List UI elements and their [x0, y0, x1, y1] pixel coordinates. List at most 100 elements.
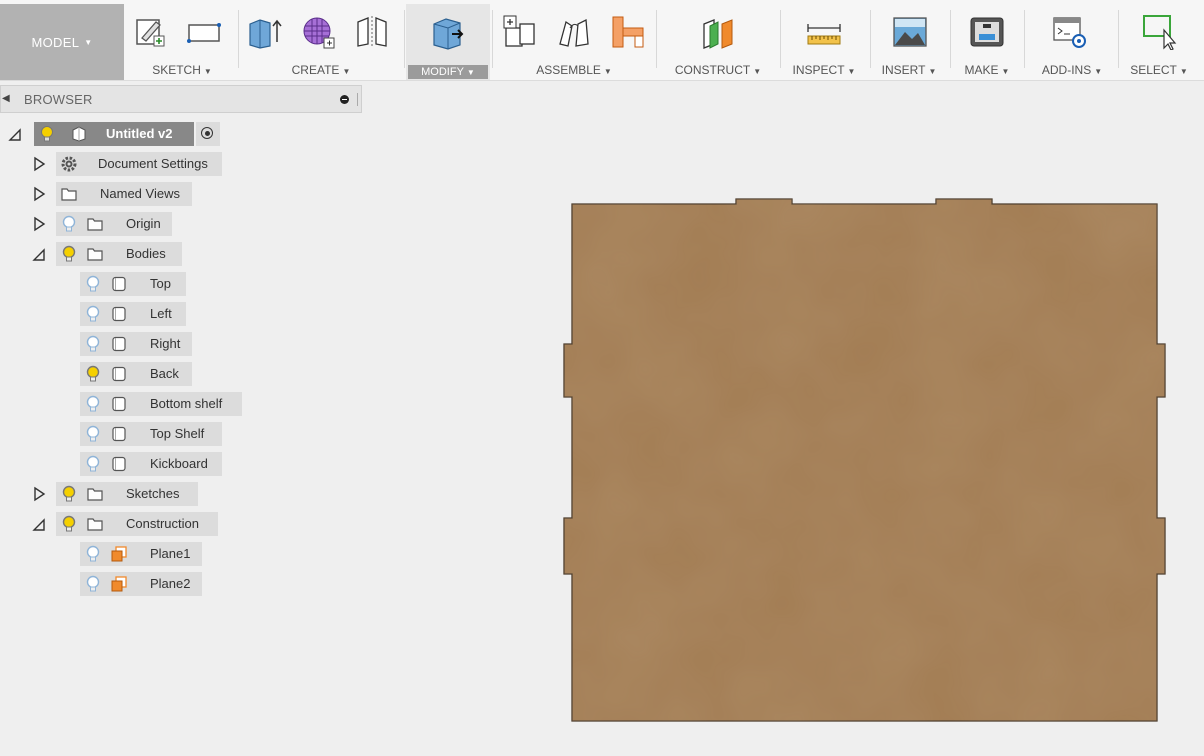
tree-item-label: Named Views — [100, 186, 180, 201]
tree-item-right[interactable]: Right — [80, 332, 280, 356]
insert-image-icon[interactable] — [892, 14, 928, 50]
folder-icon — [87, 488, 103, 501]
browser-options-icon[interactable] — [340, 95, 349, 104]
toolbar-group-label: SKETCH ▼ — [152, 63, 212, 77]
visibility-bulb-off-icon[interactable] — [84, 395, 102, 413]
tree-item-bottom-shelf[interactable]: Bottom shelf — [80, 392, 280, 416]
expand-triangle-icon[interactable] — [32, 186, 46, 202]
visibility-bulb-on-icon[interactable] — [84, 365, 102, 383]
toolbar-group-make[interactable]: MAKE ▼ — [952, 4, 1022, 80]
create-sketch-icon[interactable] — [134, 14, 170, 50]
toolbar-group-label: INSPECT ▼ — [792, 63, 856, 77]
toolbar-group-select[interactable]: SELECT ▼ — [1120, 4, 1198, 80]
tree-item-label: Left — [150, 306, 172, 321]
visibility-bulb-off-icon[interactable] — [84, 335, 102, 353]
rectangle-icon[interactable] — [186, 14, 222, 50]
visibility-bulb-off-icon[interactable] — [84, 545, 102, 563]
toolbar-group-modify[interactable]: MODIFY ▼ — [406, 4, 490, 80]
press-pull-icon[interactable] — [430, 14, 466, 50]
folder-icon — [87, 248, 103, 261]
toolbar-divider — [950, 10, 951, 68]
toolbar-group-label: CREATE ▼ — [291, 63, 351, 77]
tree-root-row[interactable]: Untitled v2 — [8, 122, 228, 146]
toolbar-group-add-ins[interactable]: ADD-INS ▼ — [1028, 4, 1116, 80]
expand-triangle-icon[interactable] — [32, 156, 46, 172]
body-icon — [112, 276, 126, 292]
chevron-down-icon: ▼ — [84, 37, 93, 47]
toolbar-group-sketch[interactable]: SKETCH ▼ — [128, 4, 236, 80]
toolbar-group-construct[interactable]: CONSTRUCT ▼ — [666, 4, 770, 80]
browser-title: BROWSER — [24, 92, 93, 107]
toolbar-divider — [656, 10, 657, 68]
workspace-switcher-button[interactable]: MODEL ▼ — [0, 4, 124, 80]
tree-item-origin[interactable]: Origin — [30, 212, 230, 236]
tree-item-sketches[interactable]: Sketches — [30, 482, 230, 506]
toolbar-group-assemble[interactable]: ASSEMBLE ▼ — [494, 4, 654, 80]
collapse-panel-icon[interactable]: ◀ — [2, 93, 10, 104]
toolbar-group-inspect[interactable]: INSPECT ▼ — [782, 4, 866, 80]
mirror-icon[interactable] — [354, 14, 390, 50]
3d-print-icon[interactable] — [969, 14, 1005, 50]
form-icon[interactable] — [300, 14, 336, 50]
body-icon — [112, 396, 126, 412]
visibility-bulb-off-icon[interactable] — [84, 425, 102, 443]
tree-item-kickboard[interactable]: Kickboard — [80, 452, 280, 476]
root-label: Untitled v2 — [106, 126, 173, 141]
tree-item-top[interactable]: Top — [80, 272, 280, 296]
tree-item-label: Top — [150, 276, 171, 291]
tree-item-bodies[interactable]: Bodies — [30, 242, 230, 266]
activate-component-radio[interactable] — [196, 122, 220, 146]
toolbar-divider — [1024, 10, 1025, 68]
collapse-triangle-icon[interactable] — [32, 246, 46, 262]
gear-icon — [61, 156, 77, 172]
visibility-bulb-on-icon[interactable] — [38, 125, 56, 143]
tree-item-left[interactable]: Left — [80, 302, 280, 326]
tree-item-named-views[interactable]: Named Views — [30, 182, 230, 206]
visibility-bulb-on-icon[interactable] — [60, 245, 78, 263]
joint-icon[interactable] — [556, 14, 592, 50]
toolbar-group-insert[interactable]: INSERT ▼ — [872, 4, 946, 80]
tree-item-label: Bottom shelf — [150, 396, 223, 411]
browser-panel-header: ◀ BROWSER — [0, 85, 362, 113]
as-built-joint-icon[interactable] — [610, 14, 646, 50]
folder-icon — [87, 218, 103, 231]
body-icon — [112, 366, 126, 382]
main-toolbar: MODEL ▼ SKETCH ▼ CREATE ▼ MODIFY ▼ ASSEM… — [0, 0, 1204, 81]
tree-item-label: Right — [150, 336, 181, 351]
tree-item-back[interactable]: Back — [80, 362, 280, 386]
select-cursor-icon[interactable] — [1142, 14, 1178, 50]
visibility-bulb-off-icon[interactable] — [60, 215, 78, 233]
tree-item-top-shelf[interactable]: Top Shelf — [80, 422, 280, 446]
tree-item-document-settings[interactable]: Document Settings — [30, 152, 230, 176]
workspace-label: MODEL — [31, 34, 80, 50]
new-component-icon[interactable] — [502, 14, 538, 50]
panel-resize-handle[interactable] — [357, 93, 360, 106]
scripts-addins-icon[interactable] — [1052, 14, 1088, 50]
offset-plane-icon[interactable] — [700, 14, 736, 50]
tree-item-plane1[interactable]: Plane1 — [80, 542, 280, 566]
tree-item-label: Kickboard — [150, 456, 208, 471]
plane-icon — [111, 546, 127, 562]
visibility-bulb-on-icon[interactable] — [60, 515, 78, 533]
measure-icon[interactable] — [806, 14, 842, 50]
expand-triangle-icon[interactable] — [8, 126, 22, 142]
visibility-bulb-off-icon[interactable] — [84, 455, 102, 473]
body-icon — [112, 306, 126, 322]
tree-item-construction[interactable]: Construction — [30, 512, 230, 536]
visibility-bulb-off-icon[interactable] — [84, 305, 102, 323]
extrude-icon[interactable] — [246, 14, 282, 50]
visibility-bulb-off-icon[interactable] — [84, 575, 102, 593]
mdf-panel-body[interactable] — [563, 198, 1166, 722]
toolbar-divider — [238, 10, 239, 68]
toolbar-divider — [492, 10, 493, 68]
toolbar-group-create[interactable]: CREATE ▼ — [240, 4, 402, 80]
expand-triangle-icon[interactable] — [32, 216, 46, 232]
collapse-triangle-icon[interactable] — [32, 516, 46, 532]
visibility-bulb-off-icon[interactable] — [84, 275, 102, 293]
toolbar-group-label: ADD-INS ▼ — [1041, 63, 1103, 77]
expand-triangle-icon[interactable] — [32, 486, 46, 502]
tree-item-plane2[interactable]: Plane2 — [80, 572, 280, 596]
visibility-bulb-on-icon[interactable] — [60, 485, 78, 503]
tree-item-label: Construction — [126, 516, 199, 531]
toolbar-group-label: MAKE ▼ — [964, 63, 1010, 77]
